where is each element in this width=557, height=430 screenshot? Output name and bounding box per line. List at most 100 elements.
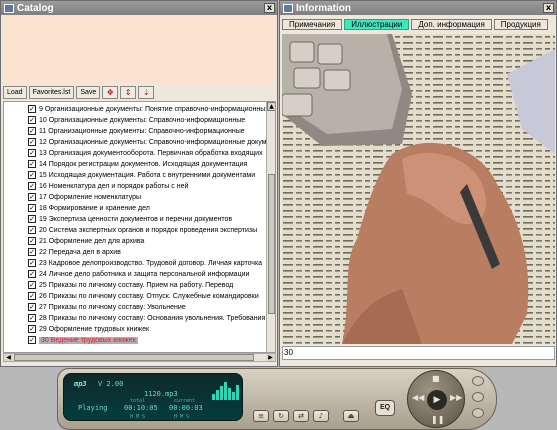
item-checkbox[interactable]: ✓ — [28, 171, 36, 179]
volume-button[interactable] — [472, 392, 484, 402]
item-label: 18 Формирование и хранение дел — [39, 204, 150, 212]
list-item[interactable]: ✓ 20 Система экспертных органов и порядок… — [28, 225, 268, 235]
list-item[interactable]: ✓ 27 Приказы по личному составу: Увольнен… — [28, 302, 268, 312]
list-item[interactable]: ✓ 22 Передача дел в архив — [28, 247, 268, 257]
information-title: Information — [296, 2, 351, 14]
playlist-icon[interactable]: ≡ — [253, 410, 269, 422]
open-file-icon[interactable]: ⏏ — [343, 410, 359, 422]
current-hms-label: H M S — [174, 414, 190, 420]
item-checkbox[interactable]: ✓ — [28, 215, 36, 223]
list-horizontal-scrollbar[interactable]: ◀ ▶ — [3, 353, 276, 362]
item-label: 17 Оформление номенклатуры — [39, 193, 142, 201]
item-checkbox[interactable]: ✓ — [28, 248, 36, 256]
list-item[interactable]: ✓ 21 Оформление дел для архива — [28, 236, 268, 246]
list-item[interactable]: ✓ 23 Кадровое делопроизводство. Трудовой … — [28, 258, 268, 268]
item-checkbox[interactable]: ✓ — [28, 314, 36, 322]
item-label: 26 Приказы по личному составу. Отпуск. С… — [39, 292, 259, 300]
tab-1[interactable]: Иллюстрации — [344, 19, 410, 30]
list-item[interactable]: ✓ 28 Приказы по личному составу: Основани… — [28, 313, 268, 323]
list-item[interactable]: ✓ 14 Порядок регистрации документов. Исхо… — [28, 159, 268, 169]
list-item[interactable]: ✓ 13 Организация документооборота. Первич… — [28, 148, 268, 158]
transport-dial: ■ ◀◀ ▶▶ ❚❚ ▶ — [407, 370, 465, 428]
list-vertical-scrollbar[interactable]: ▲ — [266, 102, 275, 352]
item-checkbox[interactable]: ✓ — [28, 281, 36, 289]
item-checkbox[interactable]: ✓ — [28, 105, 36, 113]
catalog-preview-pane — [3, 16, 276, 83]
list-item[interactable]: ✓ 24 Личное дело работника и защита персо… — [28, 269, 268, 279]
move-up-icon[interactable]: ⇕ — [120, 85, 137, 99]
scroll-left-icon[interactable]: ◀ — [4, 354, 13, 361]
item-checkbox[interactable]: ✓ — [28, 325, 36, 333]
window-icon — [283, 3, 293, 13]
item-label: 25 Приказы по личному составу. Прием на … — [39, 281, 234, 289]
item-checkbox[interactable]: ✓ — [28, 303, 36, 311]
hscroll-thumb[interactable] — [14, 354, 254, 361]
list-item[interactable]: ✓ 30 Ведение трудовых книжек — [28, 335, 268, 345]
list-item[interactable]: ✓ 26 Приказы по личному составу. Отпуск. … — [28, 291, 268, 301]
window-icon — [4, 3, 14, 13]
tab-2[interactable]: Доп. информация — [411, 19, 492, 30]
catalog-title: Catalog — [17, 2, 54, 14]
item-label: 24 Личное дело работника и защита персон… — [39, 270, 250, 278]
repeat-icon[interactable]: ↻ — [273, 410, 289, 422]
list-item[interactable]: ✓ 25 Приказы по личному составу. Прием на… — [28, 280, 268, 290]
item-checkbox[interactable]: ✓ — [28, 270, 36, 278]
equalizer-button[interactable]: EQ — [375, 400, 395, 416]
catalog-toolbar: Load Favorites.lst Save ✥ ⇕ ⇣ — [3, 85, 276, 99]
item-checkbox[interactable]: ✓ — [28, 226, 36, 234]
item-checkbox[interactable]: ✓ — [28, 127, 36, 135]
stop-icon[interactable]: ■ — [432, 374, 440, 383]
item-checkbox[interactable]: ✓ — [28, 204, 36, 212]
item-label: 21 Оформление дел для архива — [39, 237, 145, 245]
minimize-player-button[interactable] — [472, 376, 484, 386]
item-checkbox[interactable]: ✓ — [28, 138, 36, 146]
item-checkbox[interactable]: ✓ — [28, 292, 36, 300]
mp3-player: mp3 V 2.00 1120.mp3 Playing total curren… — [57, 368, 497, 430]
list-item[interactable]: ✓ 12 Организационные документы: Справочно… — [28, 137, 268, 147]
item-checkbox[interactable]: ✓ — [28, 259, 36, 267]
pause-icon[interactable]: ❚❚ — [431, 415, 444, 424]
item-checkbox[interactable]: ✓ — [28, 160, 36, 168]
save-button[interactable]: Save — [76, 85, 101, 99]
item-label: 28 Приказы по личному составу: Основания… — [39, 314, 266, 322]
catalog-close-button[interactable]: x — [264, 3, 275, 13]
illustration-image — [282, 34, 555, 344]
item-checkbox[interactable]: ✓ — [28, 182, 36, 190]
move-down-icon[interactable]: ⇣ — [138, 85, 155, 99]
load-button[interactable]: Load — [3, 85, 27, 99]
list-item[interactable]: ✓ 16 Номенклатура дел и порядок работы с … — [28, 181, 268, 191]
item-checkbox[interactable]: ✓ — [28, 149, 36, 157]
previous-icon[interactable]: ◀◀ — [412, 393, 424, 402]
item-checkbox[interactable]: ✓ — [28, 116, 36, 124]
item-checkbox[interactable]: ✓ — [28, 237, 36, 245]
item-checkbox[interactable]: ✓ — [28, 336, 36, 344]
scroll-up-icon[interactable]: ▲ — [267, 102, 275, 111]
item-label: 9 Организационные документы: Понятие спр… — [39, 105, 268, 113]
item-label: 13 Организация документооборота. Первичн… — [39, 149, 263, 157]
information-close-button[interactable]: x — [543, 3, 554, 13]
information-titlebar[interactable]: Information — [280, 1, 556, 15]
list-item[interactable]: ✓ 29 Оформление трудовых книжек — [28, 324, 268, 334]
scroll-thumb[interactable] — [268, 174, 275, 314]
list-item[interactable]: ✓ 11 Организационные документы: Справочно… — [28, 126, 268, 136]
move-icon[interactable]: ✥ — [102, 85, 119, 99]
tab-0[interactable]: Примечания — [282, 19, 343, 30]
tab-3[interactable]: Продукция — [493, 19, 548, 30]
next-icon[interactable]: ▶▶ — [450, 393, 462, 402]
list-item[interactable]: ✓ 15 Исходящая документация. Работа с вну… — [28, 170, 268, 180]
list-item[interactable]: ✓ 18 Формирование и хранение дел — [28, 203, 268, 213]
list-item[interactable]: ✓ 10 Организационные документы: Справочно… — [28, 115, 268, 125]
list-item[interactable]: ✓ 9 Организационные документы: Понятие сп… — [28, 104, 268, 114]
list-item[interactable]: ✓ 19 Экспертиза ценности документов и пер… — [28, 214, 268, 224]
item-checkbox[interactable]: ✓ — [28, 193, 36, 201]
favorites-list-button[interactable]: Favorites.lst — [28, 85, 75, 99]
item-label: 11 Организационные документы: Справочно-… — [39, 127, 245, 135]
mute-icon[interactable]: ♪ — [313, 410, 329, 422]
catalog-titlebar[interactable]: Catalog — [1, 1, 277, 15]
play-button[interactable]: ▶ — [427, 390, 447, 410]
player-logo: mp3 — [74, 380, 87, 388]
scroll-right-icon[interactable]: ▶ — [266, 354, 275, 361]
close-player-button[interactable] — [472, 408, 484, 418]
list-item[interactable]: ✓ 17 Оформление номенклатуры — [28, 192, 268, 202]
shuffle-icon[interactable]: ⇄ — [293, 410, 309, 422]
